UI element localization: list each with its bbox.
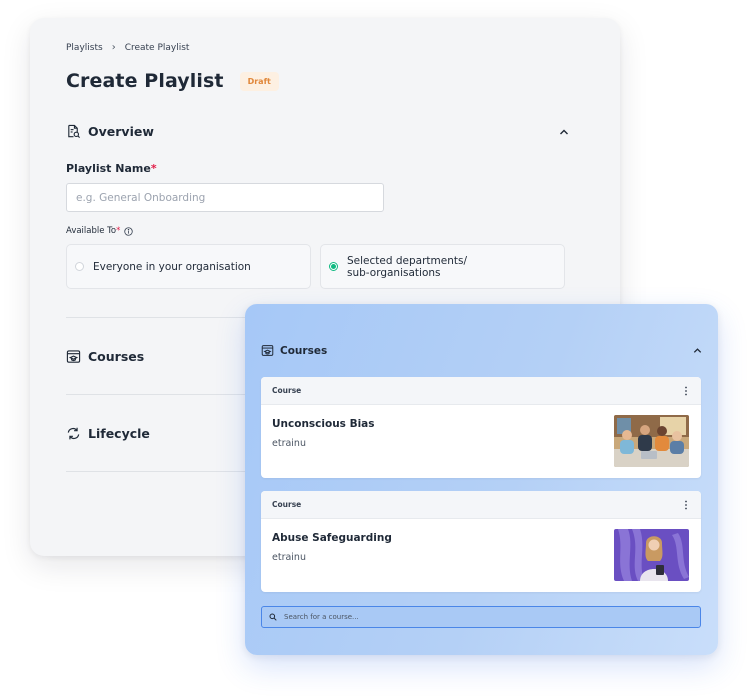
chevron-up-icon[interactable] (692, 345, 703, 356)
breadcrumb-current: Create Playlist (124, 42, 190, 53)
course-search-input[interactable] (284, 613, 693, 621)
course-window-icon (261, 344, 274, 357)
course-type-label: Course (272, 386, 302, 395)
course-card-body: Abuse Safeguarding etrainu (261, 519, 701, 592)
breadcrumb-separator: › (111, 42, 116, 53)
radio-option-everyone[interactable]: Everyone in your organisation (66, 244, 311, 289)
course-card-header: Course (261, 377, 701, 405)
more-vertical-icon[interactable] (682, 386, 690, 396)
playlist-name-label: Playlist Name* (66, 162, 157, 175)
radio-selected[interactable] (329, 262, 338, 271)
courses-panel-header[interactable]: Courses (261, 344, 703, 357)
overview-section-label: Overview (88, 124, 154, 139)
playlist-name-input[interactable] (66, 183, 384, 212)
available-to-label: Available To* (66, 226, 134, 236)
course-card[interactable]: Course Unconscious Bias etrainu (261, 377, 701, 478)
stage: Playlists › Create Playlist Create Playl… (0, 0, 749, 698)
more-vertical-icon[interactable] (682, 500, 690, 510)
document-search-icon (66, 124, 81, 139)
radio-unselected[interactable] (75, 262, 84, 271)
course-window-icon (66, 349, 81, 364)
lifecycle-section-label: Lifecycle (88, 426, 150, 441)
status-badge: Draft (239, 71, 279, 91)
required-mark: * (150, 162, 157, 175)
chevron-up-icon[interactable] (558, 126, 570, 138)
course-card-header: Course (261, 491, 701, 519)
page-title: Create Playlist (66, 70, 224, 92)
info-icon[interactable] (124, 226, 134, 236)
radio-option-label: Everyone in your organisation (93, 260, 251, 273)
courses-panel-label: Courses (280, 344, 328, 357)
search-icon (269, 613, 277, 621)
course-thumbnail-woman (614, 529, 689, 581)
radio-option-label: Selected departments/ sub-organisations (347, 254, 467, 279)
breadcrumb: Playlists › Create Playlist (66, 42, 189, 53)
course-card[interactable]: Course Abuse Safeguarding etrainu (261, 491, 701, 592)
course-type-label: Course (272, 500, 302, 509)
overview-section-header[interactable]: Overview (66, 124, 570, 139)
course-card-body: Unconscious Bias etrainu (261, 405, 701, 478)
radio-option-selected-departments[interactable]: Selected departments/ sub-organisations (320, 244, 565, 289)
refresh-arrows-icon (66, 426, 81, 441)
breadcrumb-playlists-link[interactable]: Playlists (66, 43, 103, 53)
title-row: Create Playlist Draft (66, 70, 279, 92)
courses-panel: Courses Course Unconscious Bias etrainu (245, 304, 718, 655)
courses-section-label: Courses (88, 349, 145, 364)
course-search-box[interactable] (261, 606, 701, 628)
course-thumbnail-meeting (614, 415, 689, 467)
